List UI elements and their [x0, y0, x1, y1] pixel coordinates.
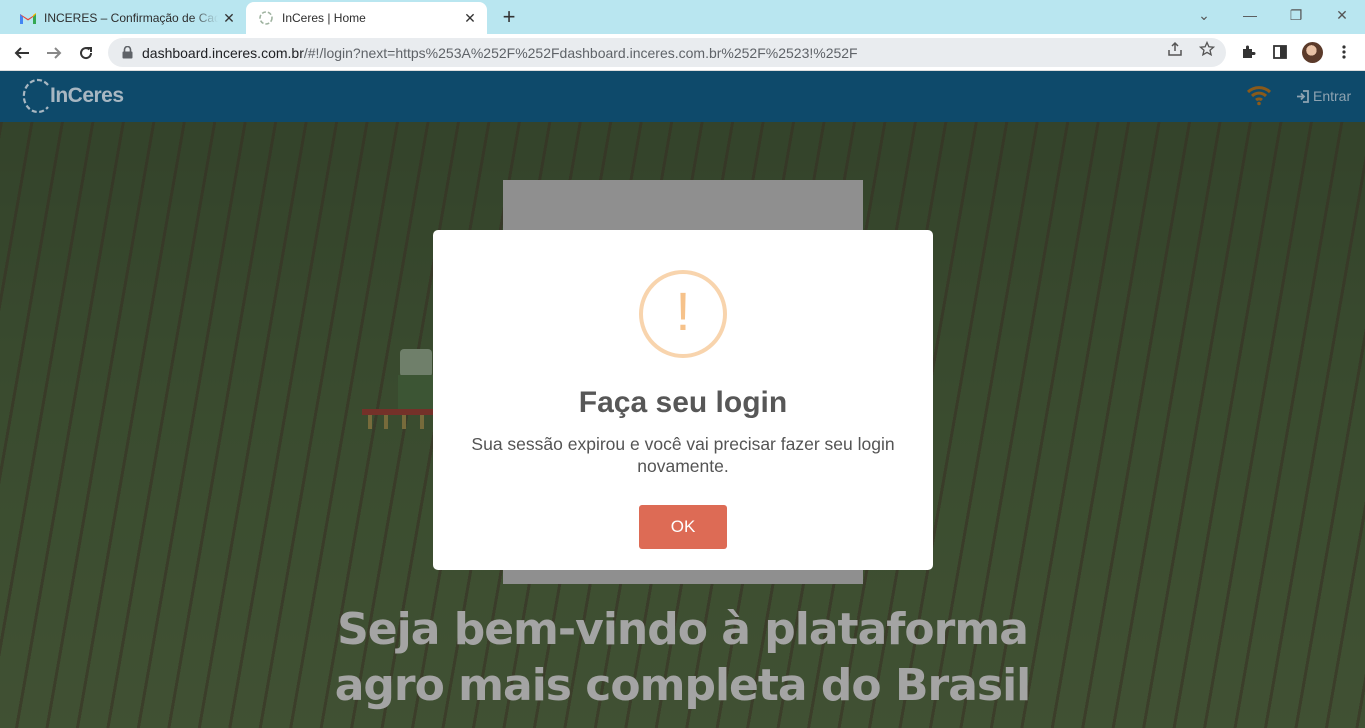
site-header: InCeres Entrar: [0, 71, 1365, 122]
inceres-icon: [258, 10, 274, 26]
reload-icon: [80, 47, 93, 60]
url-path: /#!/login?next=https%253A%252F%252Fdashb…: [303, 44, 858, 61]
lock-icon[interactable]: [120, 46, 134, 60]
tab-inceres-home[interactable]: InCeres | Home ✕: [246, 2, 487, 34]
warning-mark: !: [675, 282, 691, 342]
share-icon[interactable]: [1166, 40, 1184, 58]
gmail-icon: [20, 10, 36, 26]
tab-search-icon[interactable]: ⌄: [1181, 0, 1227, 30]
tab-title: INCERES – Confirmação de Cada: [44, 11, 218, 25]
forward-button[interactable]: [40, 39, 68, 67]
address-bar[interactable]: dashboard.inceres.com.br/#!/login?next=h…: [108, 38, 1226, 67]
warning-icon: !: [639, 270, 727, 358]
browser-toolbar: dashboard.inceres.com.br/#!/login?next=h…: [0, 34, 1365, 71]
headline-line-2: agro mais completa do Brasil: [334, 660, 1032, 711]
logo-text: InCeres: [50, 84, 124, 107]
extensions-puzzle-icon[interactable]: [1238, 42, 1258, 62]
inceres-logo-icon: [22, 78, 49, 114]
new-tab-button[interactable]: +: [497, 6, 521, 30]
back-button[interactable]: [8, 39, 36, 67]
sign-in-icon: [1297, 89, 1309, 103]
back-arrow-icon: [14, 47, 29, 59]
session-expired-dialog: ! Faça seu login Sua sessão expirou e vo…: [433, 230, 933, 570]
tab-title: InCeres | Home: [282, 11, 366, 25]
minimize-button[interactable]: —: [1227, 0, 1273, 30]
browser-menu-icon[interactable]: [1334, 42, 1354, 62]
ok-button[interactable]: OK: [639, 505, 727, 549]
reload-button[interactable]: [72, 39, 100, 67]
tab-gmail[interactable]: INCERES – Confirmação de Cada ✕: [8, 2, 246, 34]
dialog-title: Faça seu login: [578, 386, 788, 419]
headline-line-1: Seja bem-vindo à plataforma: [337, 604, 1029, 655]
url-text: dashboard.inceres.com.br/#!/login?next=h…: [142, 45, 858, 61]
url-host: dashboard.inceres.com.br: [142, 44, 304, 61]
login-link-label: Entrar: [1313, 88, 1352, 104]
close-window-button[interactable]: ✕: [1319, 0, 1365, 30]
profile-avatar[interactable]: [1302, 42, 1323, 63]
browser-tab-bar: INCERES – Confirmação de Cada ✕ InCeres …: [0, 0, 1365, 34]
restore-button[interactable]: ❐: [1273, 0, 1319, 30]
inceres-logo[interactable]: InCeres: [20, 77, 124, 115]
login-link[interactable]: Entrar: [1296, 88, 1351, 104]
side-panel-icon[interactable]: [1270, 42, 1290, 62]
welcome-headline: Seja bem-vindo à plataforma agro mais co…: [0, 602, 1365, 714]
close-tab-icon[interactable]: ✕: [218, 7, 240, 29]
wifi-icon: [1246, 86, 1272, 106]
dialog-message: Sua sessão expirou e você vai precisar f…: [471, 434, 895, 476]
close-tab-icon[interactable]: ✕: [459, 7, 481, 29]
bookmark-star-icon[interactable]: [1198, 40, 1216, 58]
forward-arrow-icon: [47, 47, 62, 59]
